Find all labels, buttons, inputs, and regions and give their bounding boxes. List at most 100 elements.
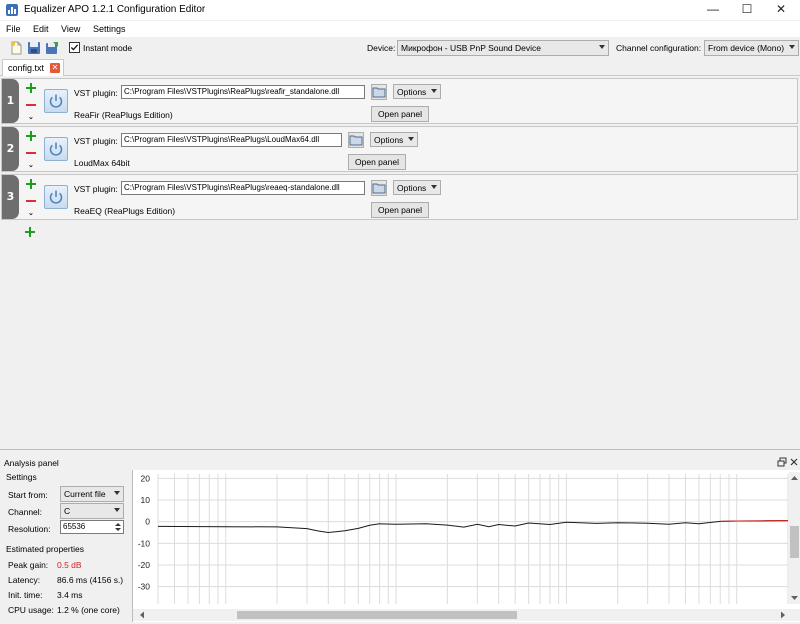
menu-edit[interactable]: Edit — [33, 24, 49, 34]
start-from-select[interactable]: Current file — [60, 486, 124, 502]
vst-plugin-label: VST plugin: — [74, 88, 118, 98]
channel-label: Channel: — [8, 507, 43, 517]
close-panel-icon[interactable] — [789, 457, 799, 467]
y-tick-label: 10 — [141, 495, 151, 505]
vst-plugin-label: VST plugin: — [74, 136, 118, 146]
close-tab-icon[interactable]: ✕ — [50, 63, 60, 73]
browse-button[interactable] — [371, 84, 387, 100]
estimated-group-title: Estimated properties — [6, 544, 84, 554]
tab-label: config.txt — [8, 63, 45, 73]
y-tick-label: 20 — [141, 473, 151, 483]
device-label: Device: — [367, 43, 396, 53]
remove-filter-icon[interactable] — [26, 148, 36, 158]
filter-row-2: 2 ⌄ VST plugin: C:\Program Files\VSTPlug… — [1, 126, 798, 172]
add-filter-above-icon[interactable] — [26, 83, 36, 93]
options-label: Options — [397, 183, 427, 193]
instant-mode-label: Instant mode — [83, 43, 133, 53]
latency-label: Latency: — [8, 575, 41, 585]
power-icon — [49, 190, 63, 204]
power-icon — [49, 142, 63, 156]
frequency-response-plot[interactable]: 20100-10-20-3056789102030405060100200300… — [132, 470, 800, 622]
analysis-panel-title: Analysis panel — [4, 458, 59, 468]
close-button[interactable]: ✕ — [764, 0, 798, 20]
cpu-usage-value: 1.2 % (one core) — [57, 605, 120, 615]
y-tick-label: -30 — [138, 582, 151, 592]
y-tick-label: -20 — [138, 560, 151, 570]
expand-chevron-icon[interactable]: ⌄ — [28, 210, 36, 217]
menu-view[interactable]: View — [61, 24, 80, 34]
channel-select[interactable]: C — [60, 503, 124, 519]
resolution-spinner[interactable]: 65536 — [60, 520, 124, 534]
minimize-button[interactable]: — — [696, 0, 730, 20]
filter-number: 2 — [2, 127, 19, 171]
y-tick-label: 0 — [145, 517, 150, 527]
filter-number: 1 — [2, 79, 19, 123]
menu-bar: File Edit View Settings — [0, 21, 800, 37]
browse-button[interactable] — [348, 132, 364, 148]
plugin-name: LoudMax 64bit — [74, 158, 130, 168]
instant-mode-checkbox[interactable] — [69, 42, 80, 53]
expand-chevron-icon[interactable]: ⌄ — [28, 162, 36, 169]
options-dropdown[interactable]: Options — [393, 180, 441, 195]
options-dropdown[interactable]: Options — [370, 132, 418, 147]
add-filter-above-icon[interactable] — [26, 179, 36, 189]
response-curve — [157, 520, 789, 534]
vertical-scrollbar-thumb[interactable] — [790, 526, 799, 558]
resolution-value: 65536 — [63, 522, 86, 531]
resolution-label: Resolution: — [8, 524, 51, 534]
filter-number: 3 — [2, 175, 19, 219]
channel-value: C — [64, 506, 71, 516]
horizontal-scrollbar-thumb[interactable] — [237, 611, 517, 619]
options-dropdown[interactable]: Options — [393, 84, 441, 99]
plugin-name: ReaFir (ReaPlugs Edition) — [74, 110, 173, 120]
open-panel-button[interactable]: Open panel — [371, 106, 429, 122]
vst-plugin-label: VST plugin: — [74, 184, 118, 194]
browse-button[interactable] — [371, 180, 387, 196]
expand-chevron-icon[interactable]: ⌄ — [28, 114, 36, 121]
settings-group-title: Settings — [6, 472, 37, 482]
app-icon — [6, 4, 18, 16]
open-panel-button[interactable]: Open panel — [348, 154, 406, 170]
tab-config-txt[interactable]: config.txt ✕ — [2, 59, 64, 77]
power-icon — [49, 94, 63, 108]
power-toggle-button[interactable] — [44, 137, 68, 161]
maximize-button[interactable]: ☐ — [730, 0, 764, 20]
analysis-panel-header: Analysis panel — [0, 456, 800, 468]
menu-file[interactable]: File — [6, 24, 21, 34]
start-from-label: Start from: — [8, 490, 48, 500]
chevron-down-icon — [431, 185, 437, 189]
spinner-arrows-icon[interactable] — [114, 522, 122, 532]
chevron-down-icon — [789, 45, 795, 49]
toolbar: Instant mode Device: Микрофон - USB PnP … — [0, 38, 800, 58]
undock-icon[interactable] — [777, 457, 787, 467]
init-time-value: 3.4 ms — [57, 590, 83, 600]
power-toggle-button[interactable] — [44, 185, 68, 209]
remove-filter-icon[interactable] — [26, 100, 36, 110]
power-toggle-button[interactable] — [44, 89, 68, 113]
remove-filter-icon[interactable] — [26, 196, 36, 206]
folder-icon — [349, 135, 363, 146]
device-select[interactable]: Микрофон - USB PnP Sound Device — [397, 40, 609, 56]
vst-path-field[interactable]: C:\Program Files\VSTPlugins\ReaPlugs\rea… — [121, 85, 365, 99]
plugin-name: ReaEQ (ReaPlugs Edition) — [74, 206, 176, 216]
save-as-icon[interactable] — [45, 41, 59, 55]
chevron-down-icon — [114, 491, 120, 495]
window-title: Equalizer APO 1.2.1 Configuration Editor — [24, 4, 206, 15]
chevron-down-icon — [431, 89, 437, 93]
title-bar: Equalizer APO 1.2.1 Configuration Editor… — [0, 0, 800, 20]
peak-gain-value: 0.5 dB — [57, 560, 82, 570]
channel-config-select[interactable]: From device (Mono) — [704, 40, 799, 56]
peak-gain-label: Peak gain: — [8, 560, 49, 570]
tab-bar: config.txt ✕ — [0, 58, 800, 77]
channel-config-value: From device (Mono) — [708, 43, 785, 53]
save-icon[interactable] — [27, 41, 41, 55]
device-select-value: Микрофон - USB PnP Sound Device — [401, 43, 542, 53]
menu-settings[interactable]: Settings — [93, 24, 126, 34]
latency-value: 86.6 ms (4156 s.) — [57, 575, 124, 585]
open-panel-button[interactable]: Open panel — [371, 202, 429, 218]
vst-path-field[interactable]: C:\Program Files\VSTPlugins\ReaPlugs\rea… — [121, 181, 365, 195]
new-file-icon[interactable] — [9, 41, 23, 55]
vst-path-field[interactable]: C:\Program Files\VSTPlugins\ReaPlugs\Lou… — [121, 133, 342, 147]
add-filter-icon[interactable] — [25, 227, 35, 237]
add-filter-above-icon[interactable] — [26, 131, 36, 141]
